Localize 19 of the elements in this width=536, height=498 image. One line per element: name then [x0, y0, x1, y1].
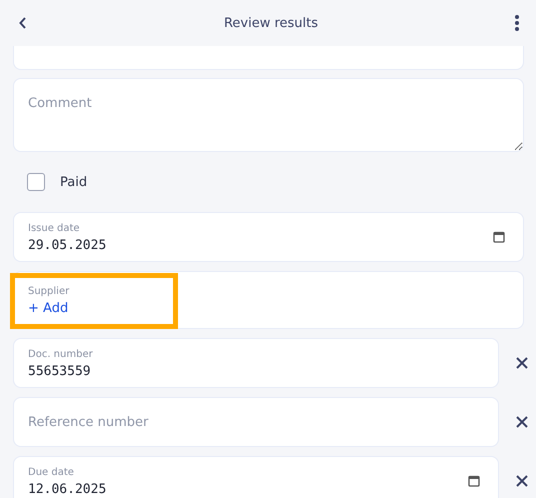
field-value: 55653559 [28, 364, 92, 378]
paid-checkbox[interactable] [27, 173, 45, 191]
input-field[interactable]: Due date 12.06.2025 [13, 456, 499, 498]
add-link[interactable]: + Add [28, 300, 68, 316]
field-label: Issue date [28, 222, 81, 234]
supplier-field[interactable]: Supplier + Add [13, 271, 524, 329]
page-title: Review results [224, 16, 318, 30]
comment-field[interactable]: Comment [13, 78, 524, 152]
input-field[interactable]: Doc. number 55653559 [13, 338, 499, 388]
checkbox-label: Paid [60, 174, 88, 190]
calendar-icon[interactable] [493, 231, 505, 243]
field-placeholder: Reference number [28, 414, 150, 430]
input-field[interactable]: Issue date 29.05.2025 [13, 212, 524, 262]
field-value: 29.05.2025 [28, 238, 108, 252]
field-label: Due date [28, 466, 75, 478]
field-label: Supplier [28, 284, 70, 298]
calendar-icon[interactable] [468, 475, 480, 487]
field-value: 12.06.2025 [28, 482, 108, 496]
field-label: Doc. number [28, 348, 94, 360]
